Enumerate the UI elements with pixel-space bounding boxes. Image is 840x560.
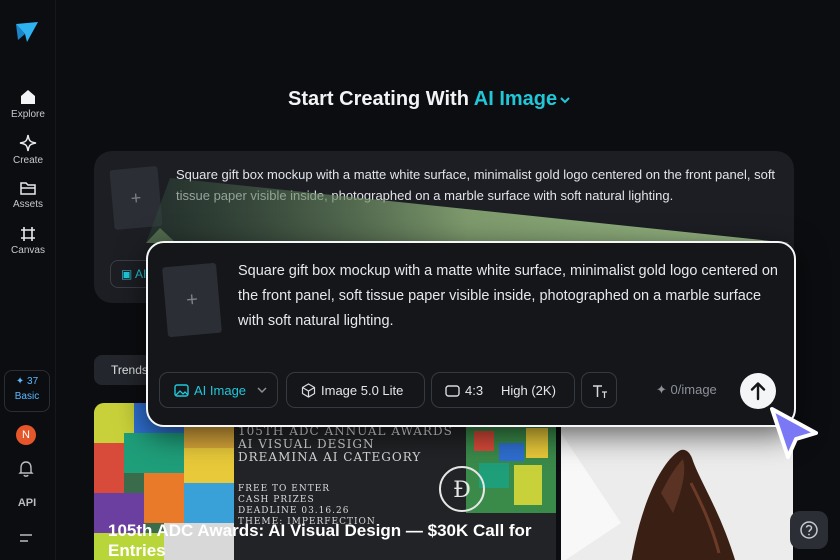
svg-text:Ð: Ð xyxy=(453,478,471,503)
api-link[interactable]: API xyxy=(0,497,54,509)
folder-icon xyxy=(20,182,36,195)
bell-icon[interactable] xyxy=(18,460,34,478)
sidebar: Explore Create Assets Canvas ✦ 37 Basic … xyxy=(0,0,56,560)
mode-select-label: AI Image xyxy=(194,383,247,398)
image-icon: ▣ xyxy=(121,267,133,281)
prompt-text-background: Square gift box mockup with a matte whit… xyxy=(176,167,776,203)
sparkle-icon xyxy=(19,134,37,152)
logo-icon[interactable] xyxy=(14,20,40,44)
chevron-down-icon xyxy=(257,387,267,394)
canvas-icon xyxy=(21,227,35,241)
model-select[interactable]: Image 5.0 Lite xyxy=(286,372,425,408)
poster-heading: 105TH ADC ANNUAL AWARDS AI VISUAL DESIGN… xyxy=(238,425,453,464)
feature-title[interactable]: 105th ADC Awards: AI Visual Design — $30… xyxy=(108,521,548,560)
nav-assets[interactable]: Assets xyxy=(0,180,56,210)
image-icon xyxy=(174,384,189,397)
reference-upload-button[interactable]: + xyxy=(162,262,222,338)
nav-label: Explore xyxy=(11,109,45,120)
cost-label: 0/image xyxy=(670,382,717,397)
mode-select[interactable]: AI Image xyxy=(159,372,278,408)
cube-icon xyxy=(301,383,316,398)
poster-line: DREAMINA AI CATEGORY xyxy=(238,450,422,464)
home-icon xyxy=(21,90,35,104)
chip-label: AI xyxy=(135,267,147,281)
cursor-pointer-icon xyxy=(770,407,818,459)
ratio-label: 4:3 xyxy=(465,383,484,398)
help-button[interactable] xyxy=(790,511,828,549)
nav-label: Create xyxy=(12,155,43,166)
credits-count: 37 xyxy=(27,376,39,387)
plan-label: Basic xyxy=(14,391,40,402)
chevron-down-icon xyxy=(560,97,570,104)
poster-line: CASH PRIZES xyxy=(238,495,315,505)
text-size-icon xyxy=(593,385,607,398)
avatar[interactable]: N xyxy=(16,425,36,445)
aspect-ratio-icon xyxy=(445,385,460,397)
prompt-input[interactable]: Square gift box mockup with a matte whit… xyxy=(238,259,783,334)
poster-line: DEADLINE 03.16.26 xyxy=(238,506,350,516)
title-prefix: Start Creating With xyxy=(288,88,469,110)
reference-upload-thumb[interactable]: + xyxy=(109,166,163,230)
quality-label: High (2K) xyxy=(501,383,556,398)
mode-label: AI Image xyxy=(473,88,558,110)
model-label: Image 5.0 Lite xyxy=(321,383,404,398)
nav-canvas[interactable]: Canvas xyxy=(0,226,56,256)
plus-icon: + xyxy=(185,288,199,312)
nav-label: Assets xyxy=(12,199,43,210)
menu-icon[interactable] xyxy=(19,533,33,543)
nav-explore[interactable]: Explore xyxy=(0,88,56,120)
credits-badge[interactable]: ✦ 37 Basic xyxy=(4,370,50,412)
text-style-button[interactable] xyxy=(581,372,617,408)
ratio-quality-select[interactable]: 4:3 High (2K) xyxy=(431,372,575,408)
nav-create[interactable]: Create xyxy=(0,134,56,166)
page-title: Start Creating With AI Image xyxy=(288,88,571,111)
plus-icon: + xyxy=(129,187,143,209)
nav-label: Canvas xyxy=(11,245,45,256)
question-icon xyxy=(800,521,818,539)
mode-dropdown[interactable]: AI Image xyxy=(474,88,571,110)
credit-sparkle-icon: ✦ xyxy=(15,376,25,387)
cost-indicator: ✦ 0/image xyxy=(656,382,717,398)
credit-sparkle-icon: ✦ xyxy=(656,382,667,397)
poster-line: FREE TO ENTER xyxy=(238,484,331,494)
